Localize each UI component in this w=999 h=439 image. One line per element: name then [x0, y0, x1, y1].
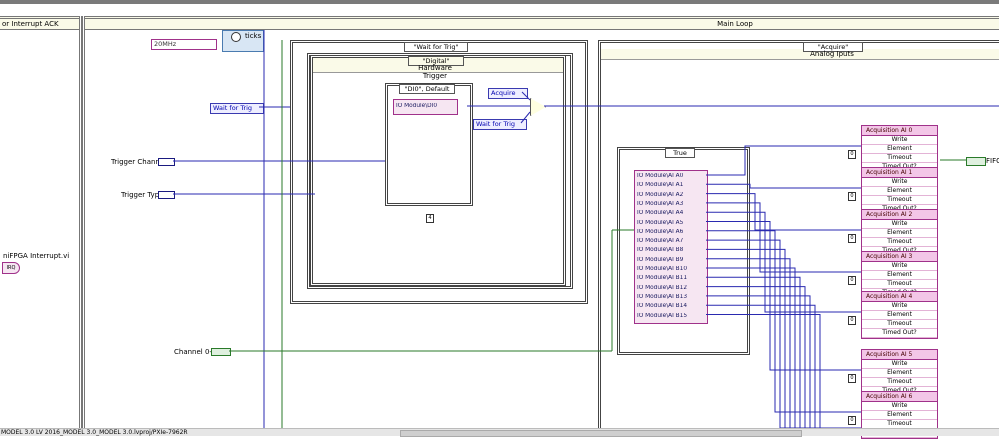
- scroll-thumb[interactable]: [400, 430, 802, 437]
- fifo-row: Element: [862, 187, 937, 196]
- io-channel-13[interactable]: IO Module\AI B13: [637, 294, 705, 301]
- fifo-row: Write: [862, 262, 937, 271]
- timeout-const-3: 0: [848, 276, 856, 285]
- fifo-name: Acquisition AI 5: [862, 350, 937, 360]
- fifo-row: Element: [862, 369, 937, 378]
- fifo-name: Acquisition AI 0: [862, 126, 937, 136]
- di-case-selector[interactable]: "DI0", Default: [399, 84, 455, 94]
- fifo-row: Element: [862, 229, 937, 238]
- fifo-name: Acquisition AI 3: [862, 252, 937, 262]
- interrupt-ack-frame: or Interrupt ACK: [0, 16, 82, 428]
- clock-icon: [231, 32, 241, 42]
- wait-for-trig-enum[interactable]: Wait for Trig: [210, 103, 264, 114]
- io-channel-2[interactable]: IO Module\AI A2: [637, 192, 705, 199]
- irq-vi-icon[interactable]: IRQ: [2, 262, 20, 274]
- fifo-write-0[interactable]: Acquisition AI 0WriteElementTimeoutTimed…: [861, 125, 938, 173]
- io-channel-10[interactable]: IO Module\AI B10: [637, 266, 705, 273]
- ticks-label: ticks: [245, 32, 262, 40]
- fifo-name: Acquisition AI 6: [862, 392, 937, 402]
- fifo-row: Write: [862, 220, 937, 229]
- main-loop-title: Main Loop: [717, 20, 753, 28]
- fifo-name: Acquisition AI 2: [862, 210, 937, 220]
- fifo-row: Timeout: [862, 320, 937, 329]
- timeout-const-6: 0: [848, 416, 856, 425]
- fifo-write-4[interactable]: Acquisition AI 4 Write Element Timeout Timed…: [861, 291, 938, 339]
- fifo-output-label: FIFO: [986, 157, 999, 165]
- const-4: 4: [426, 214, 434, 223]
- clock-rate-constant[interactable]: 20MHz: [151, 39, 217, 50]
- fifo-row: Element: [862, 271, 937, 280]
- fifo-row: Timeout: [862, 378, 937, 387]
- true-case-selector[interactable]: True: [665, 148, 695, 158]
- fifo-row: Write: [862, 360, 937, 369]
- io-channel-12[interactable]: IO Module\AI B12: [637, 285, 705, 292]
- timeout-const-2: 0: [848, 234, 856, 243]
- io-channel-4[interactable]: IO Module\AI A4: [637, 210, 705, 217]
- fifo-write-5[interactable]: Acquisition AI 5WriteElementTimeoutTimed…: [861, 349, 938, 397]
- fifo-row: Timeout: [862, 238, 937, 247]
- io-channel-11[interactable]: IO Module\AI B11: [637, 275, 705, 282]
- io-channel-14[interactable]: IO Module\AI B14: [637, 303, 705, 310]
- io-channel-8[interactable]: IO Module\AI B8: [637, 247, 705, 254]
- fifo-row: Element: [862, 145, 937, 154]
- timeout-const-1: 0: [848, 192, 856, 201]
- fifo-row: Write: [862, 302, 937, 311]
- channel-0-15-terminal[interactable]: [211, 348, 231, 356]
- fifo-row: Write: [862, 136, 937, 145]
- timeout-const-0: 0: [848, 150, 856, 159]
- fifo-row: Timeout: [862, 154, 937, 163]
- fifo-row: Write: [862, 178, 937, 187]
- io-channel-1[interactable]: IO Module\AI A1: [637, 182, 705, 189]
- fifo-row: Element: [862, 411, 937, 420]
- wait-for-trig-enum-2[interactable]: Wait for Trig: [473, 119, 527, 130]
- io-channel-0[interactable]: IO Module\AI A0: [637, 173, 705, 180]
- hardware-trigger-title: Hardware Trigger: [418, 64, 452, 80]
- io-channel-3[interactable]: IO Module\AI A3: [637, 201, 705, 208]
- top-toolbar-edge: [0, 0, 999, 4]
- analog-inputs-title: Analog Iputs: [810, 50, 854, 58]
- fifo-row: Write: [862, 402, 937, 411]
- timeout-const-5: 0: [848, 374, 856, 383]
- fifo-row: Timed Out?: [862, 329, 937, 338]
- analog-io-node[interactable]: IO Module\AI A0 IO Module\AI A1 IO Module\…: [634, 170, 708, 324]
- fifo-output-terminal[interactable]: [966, 157, 986, 166]
- interrupt-ack-title: or Interrupt ACK: [2, 20, 59, 28]
- tick-count-node[interactable]: ticks: [222, 30, 264, 52]
- trigger-channel-terminal[interactable]: [158, 158, 175, 166]
- fifo-write-2[interactable]: Acquisition AI 2WriteElementTimeoutTimed…: [861, 209, 938, 257]
- timeout-const-4: 0: [848, 316, 856, 325]
- io-channel-9[interactable]: IO Module\AI B9: [637, 257, 705, 264]
- fifo-name: Acquisition AI 4: [862, 292, 937, 302]
- trigger-type-terminal[interactable]: [158, 191, 175, 199]
- fifo-write-1[interactable]: Acquisition AI 1WriteElementTimeoutTimed…: [861, 167, 938, 215]
- fifo-row: Timeout: [862, 280, 937, 289]
- acquire-enum[interactable]: Acquire: [488, 88, 528, 99]
- di0-io-node[interactable]: IO Module\DI0: [393, 99, 458, 115]
- fifo-row: Timeout: [862, 196, 937, 205]
- wait-case-selector[interactable]: "Wait for Trig": [404, 42, 468, 52]
- io-channel-6[interactable]: IO Module\AI A6: [637, 229, 705, 236]
- io-channel-5[interactable]: IO Module\AI A5: [637, 220, 705, 227]
- fifo-name: Acquisition AI 1: [862, 168, 937, 178]
- io-channel-15[interactable]: IO Module\AI B15: [637, 313, 705, 320]
- fifo-row: Element: [862, 311, 937, 320]
- io-channel-7[interactable]: IO Module\AI A7: [637, 238, 705, 245]
- interrupt-vi-label: niFPGA Interrupt.vi: [3, 252, 70, 260]
